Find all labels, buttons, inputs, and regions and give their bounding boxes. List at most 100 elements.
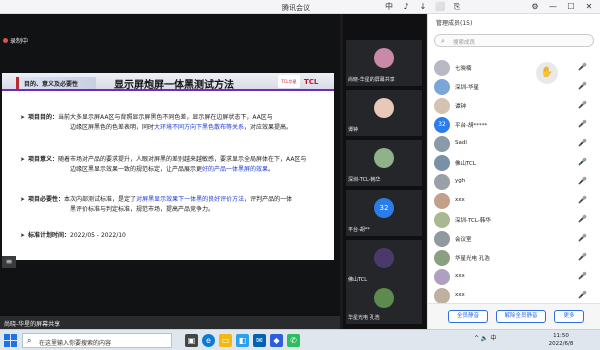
slide-bullet-purpose: ➤ 项目目的：当前大多显示屏AA区与背照显示屏黑色不同色差，显示屏在边屏状态下，A… (20, 114, 293, 131)
participant-name: 深圳-TCL-韩华 (455, 218, 491, 224)
participant-name: 华星光电 孔浩 (455, 256, 490, 262)
participant-avatar (434, 60, 450, 76)
search-icon: ⌕ (441, 37, 445, 45)
slide-header-band: 目的、意义及必要性 显示屏炮屏一体黑测试方法 TCL华星 TCL (2, 73, 334, 91)
clock-time: 11:50 (553, 333, 569, 339)
video-tile-label: 谭钟 (348, 127, 359, 133)
close-button[interactable]: ✕ (584, 2, 594, 12)
download-icon[interactable]: ↓ (418, 2, 428, 12)
mic-muted-icon[interactable]: 🎤 (578, 101, 587, 109)
video-tile[interactable]: 佛山TCL (346, 240, 422, 286)
video-tile-label: 华星光电 孔浩 (348, 315, 380, 321)
tcl-csot-logo: TCL华星 (278, 75, 300, 88)
video-tile[interactable]: 华星光电 孔浩 (346, 284, 422, 324)
participant-name: 佛山TCL (455, 161, 476, 167)
windows-start-icon[interactable] (4, 334, 17, 347)
unmute-all-button[interactable]: 解除全员静音 (496, 310, 546, 323)
participant-avatar (434, 136, 450, 152)
mic-muted-icon[interactable]: 🎤 (578, 158, 587, 166)
search-placeholder: 搜索成员 (453, 40, 476, 46)
video-tile-label: 平台-胡** (348, 227, 370, 233)
participant-name: Sadl (455, 140, 467, 146)
audio-icon[interactable]: ♪ (401, 2, 411, 12)
participant-avatar: 32 (434, 117, 450, 133)
ime-indicator[interactable]: 中 (384, 2, 394, 12)
participant-avatar (434, 155, 450, 171)
taskbar-search-input[interactable]: ⌕ 在这里输入你要搜索的内容 (22, 333, 172, 348)
video-tile[interactable]: 谭钟 (346, 90, 422, 136)
member-search-input[interactable]: ⌕ 搜索成员 (434, 34, 594, 47)
popout-icon[interactable]: ⎘ (452, 2, 462, 12)
participant-avatar (374, 248, 394, 268)
video-strip[interactable]: 尚晓-华星的屏幕共享 谭钟 深圳-TCL-韩华 32 平台-胡** 佛山TCL … (343, 14, 426, 329)
mic-muted-icon[interactable]: 🎤 (578, 272, 587, 280)
window-titlebar: 腾讯会议 中 ♪ ↓ ⬜ ⎘ ⚙ — ☐ ✕ (0, 0, 600, 14)
mic-muted-icon[interactable]: 🎤 (578, 253, 587, 261)
tcl-logo: TCL (304, 78, 319, 86)
panel-footer: 全员静音 解除全员静音 更多 (428, 303, 600, 329)
clock-date: 2022/6/8 (548, 341, 574, 347)
participant-avatar (434, 193, 450, 209)
layout-icon[interactable]: ⬜ (435, 2, 445, 12)
mic-muted-icon[interactable]: 🎤 (578, 177, 587, 185)
store-icon[interactable]: ◧ (236, 334, 249, 347)
participant-avatar (434, 98, 450, 114)
maximize-button[interactable]: ☐ (566, 2, 576, 12)
more-button[interactable]: 更多 (554, 310, 584, 323)
participant-avatar (434, 269, 450, 285)
wechat-icon[interactable]: ✆ (287, 334, 300, 347)
windows-taskbar: ⌕ 在这里输入你要搜索的内容 ▣ e ▭ ◧ ✉ ◆ ✆ ^ 🔈 中 11:50… (0, 329, 600, 350)
collapse-toolbar-icon[interactable]: ≡ (2, 256, 16, 268)
participant-avatar (434, 288, 450, 304)
window-title: 腾讯会议 (282, 4, 310, 12)
minimize-button[interactable]: — (548, 2, 558, 12)
slide-title: 显示屏炮屏一体黑测试方法 (114, 80, 234, 91)
system-tray[interactable]: ^ 🔈 中 (474, 333, 496, 342)
participant-avatar (374, 48, 394, 68)
tencent-meeting-icon[interactable]: ◆ (270, 334, 283, 347)
participant-name: 会议室 (455, 237, 472, 243)
participant-avatar (374, 148, 394, 168)
edge-icon[interactable]: e (202, 334, 215, 347)
video-tile-label: 佛山TCL (348, 277, 368, 283)
recording-dot-icon (3, 38, 8, 43)
search-icon: ⌕ (27, 336, 32, 345)
mic-muted-icon[interactable]: 🎤 (578, 215, 587, 223)
slide-bullet-schedule: ➤ 标准计划时间：2022/05 - 2022/10 (20, 232, 126, 239)
participant-name: 平台-胡***** (455, 123, 488, 129)
share-footer: 尚晓-华星的屏幕共享 (0, 316, 340, 329)
slide-bullet-necessity: ➤ 项目必要性：本次内部测试标准，是定了对屏黑显示效果下一体黑的良好评价方法，评判… (20, 196, 293, 213)
mail-icon[interactable]: ✉ (253, 334, 266, 347)
participant-avatar (434, 79, 450, 95)
participant-name: 七晓楠 (455, 66, 472, 72)
shared-slide: 目的、意义及必要性 显示屏炮屏一体黑测试方法 TCL华星 TCL ➤ 项目目的：当… (2, 73, 334, 260)
mic-muted-icon[interactable]: 🎤 (578, 196, 587, 204)
taskbar-clock[interactable]: 11:50 2022/6/8 (543, 332, 579, 348)
slide-subtitle: 目的、意义及必要性 (24, 81, 79, 88)
mic-muted-icon[interactable]: 🎤 (578, 139, 587, 147)
mic-muted-icon[interactable]: 🎤 (578, 82, 587, 90)
video-tile[interactable]: 深圳-TCL-韩华 (346, 140, 422, 186)
mic-muted-icon[interactable]: 🎤 (578, 120, 587, 128)
video-tile-label: 尚晓-华星的屏幕共享 (348, 77, 395, 83)
video-tile-label: 深圳-TCL-韩华 (348, 177, 381, 183)
video-tile[interactable]: 32 平台-胡** (346, 190, 422, 236)
task-view-icon[interactable]: ▣ (185, 334, 198, 347)
file-explorer-icon[interactable]: ▭ (219, 334, 232, 347)
mic-muted-icon[interactable]: 🎤 (578, 63, 587, 71)
mic-muted-icon[interactable]: 🎤 (578, 234, 587, 242)
mic-muted-icon[interactable]: 🎤 (578, 291, 587, 299)
participant-avatar (434, 231, 450, 247)
participants-title: 管理成员(15) (436, 20, 473, 27)
participant-name: 深圳-华星 (455, 85, 479, 91)
participant-name: xxx (455, 292, 465, 298)
share-owner-label: 尚晓-华星的屏幕共享 (4, 321, 61, 328)
participant-avatar (434, 250, 450, 266)
participant-avatar: 32 (374, 198, 394, 218)
participant-name: xxx (455, 197, 465, 203)
mute-all-button[interactable]: 全员静音 (448, 310, 488, 323)
video-tile[interactable]: 尚晓-华星的屏幕共享 (346, 40, 422, 86)
settings-icon[interactable]: ⚙ (530, 2, 540, 12)
participant-name: ygh (455, 178, 466, 184)
recording-label[interactable]: 录制中 (10, 36, 28, 45)
